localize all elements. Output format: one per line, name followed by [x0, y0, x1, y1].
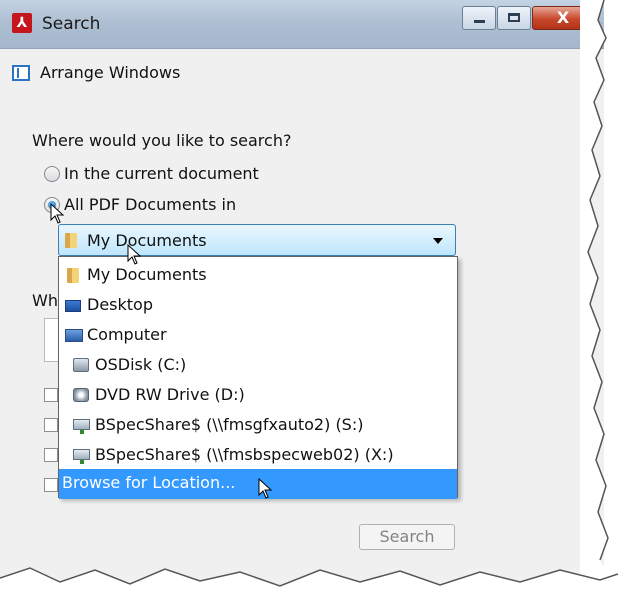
folder-icon	[65, 233, 77, 248]
search-scope-question: Where would you like to search?	[32, 131, 292, 150]
dropdown-item-label: BSpecShare$ (\\fmsbspecweb02) (X:)	[95, 445, 394, 464]
dropdown-item-dvd-drive[interactable]: DVD RW Drive (D:)	[59, 381, 457, 411]
maximize-button[interactable]	[497, 6, 531, 30]
dropdown-item-label: Computer	[87, 325, 167, 344]
dropdown-arrow-icon	[433, 238, 443, 244]
maximize-icon	[508, 13, 520, 22]
search-button[interactable]: Search	[359, 524, 455, 550]
location-dropdown[interactable]: My Documents	[58, 224, 456, 256]
network-drive-icon	[73, 449, 90, 464]
radio-all-pdf-documents-label[interactable]: All PDF Documents in	[64, 195, 236, 214]
torn-edge-right	[580, 0, 618, 594]
arrange-windows-label: Arrange Windows	[40, 63, 181, 82]
search-window: ⅄ Search X Arrange Windows Where would y…	[0, 0, 604, 594]
dropdown-item-bspecshare-s[interactable]: BSpecShare$ (\\fmsgfxauto2) (S:)	[59, 411, 457, 441]
location-dropdown-list: My Documents Desktop Computer OSDisk (C:…	[58, 256, 458, 499]
torn-edge-bottom	[0, 567, 618, 594]
dropdown-item-label: Browse for Location...	[62, 473, 236, 492]
dropdown-item-computer[interactable]: Computer	[59, 321, 457, 351]
dropdown-item-label: OSDisk (C:)	[95, 355, 187, 374]
minimize-icon	[474, 20, 485, 23]
dvd-drive-icon	[73, 388, 89, 402]
dropdown-item-label: My Documents	[87, 265, 207, 284]
computer-icon	[65, 329, 83, 342]
folder-icon	[67, 268, 79, 283]
radio-current-document[interactable]	[44, 166, 60, 182]
radio-current-document-label[interactable]: In the current document	[64, 164, 259, 183]
option-checkbox-3[interactable]	[44, 448, 58, 462]
dropdown-item-bspecshare-x[interactable]: BSpecShare$ (\\fmsbspecweb02) (X:)	[59, 441, 457, 471]
disk-icon	[73, 358, 89, 372]
option-checkbox-4[interactable]	[44, 478, 58, 492]
dropdown-item-label: BSpecShare$ (\\fmsgfxauto2) (S:)	[95, 415, 364, 434]
arrange-windows-icon	[12, 65, 30, 81]
dropdown-item-desktop[interactable]: Desktop	[59, 291, 457, 321]
desktop-icon	[65, 300, 81, 312]
window-title: Search	[42, 14, 101, 34]
minimize-button[interactable]	[462, 6, 496, 30]
location-selected-value: My Documents	[87, 231, 207, 250]
dropdown-item-label: DVD RW Drive (D:)	[95, 385, 245, 404]
obscured-section-label: Wh	[32, 291, 58, 310]
option-checkbox-2[interactable]	[44, 418, 58, 432]
pdf-app-icon: ⅄	[12, 13, 32, 33]
network-drive-icon	[73, 419, 90, 434]
title-bar[interactable]: ⅄ Search X	[0, 0, 604, 49]
dropdown-item-osdisk[interactable]: OSDisk (C:)	[59, 351, 457, 381]
dropdown-item-label: Desktop	[87, 295, 153, 314]
option-checkbox-1[interactable]	[44, 388, 58, 402]
dropdown-item-my-documents[interactable]: My Documents	[59, 261, 457, 291]
